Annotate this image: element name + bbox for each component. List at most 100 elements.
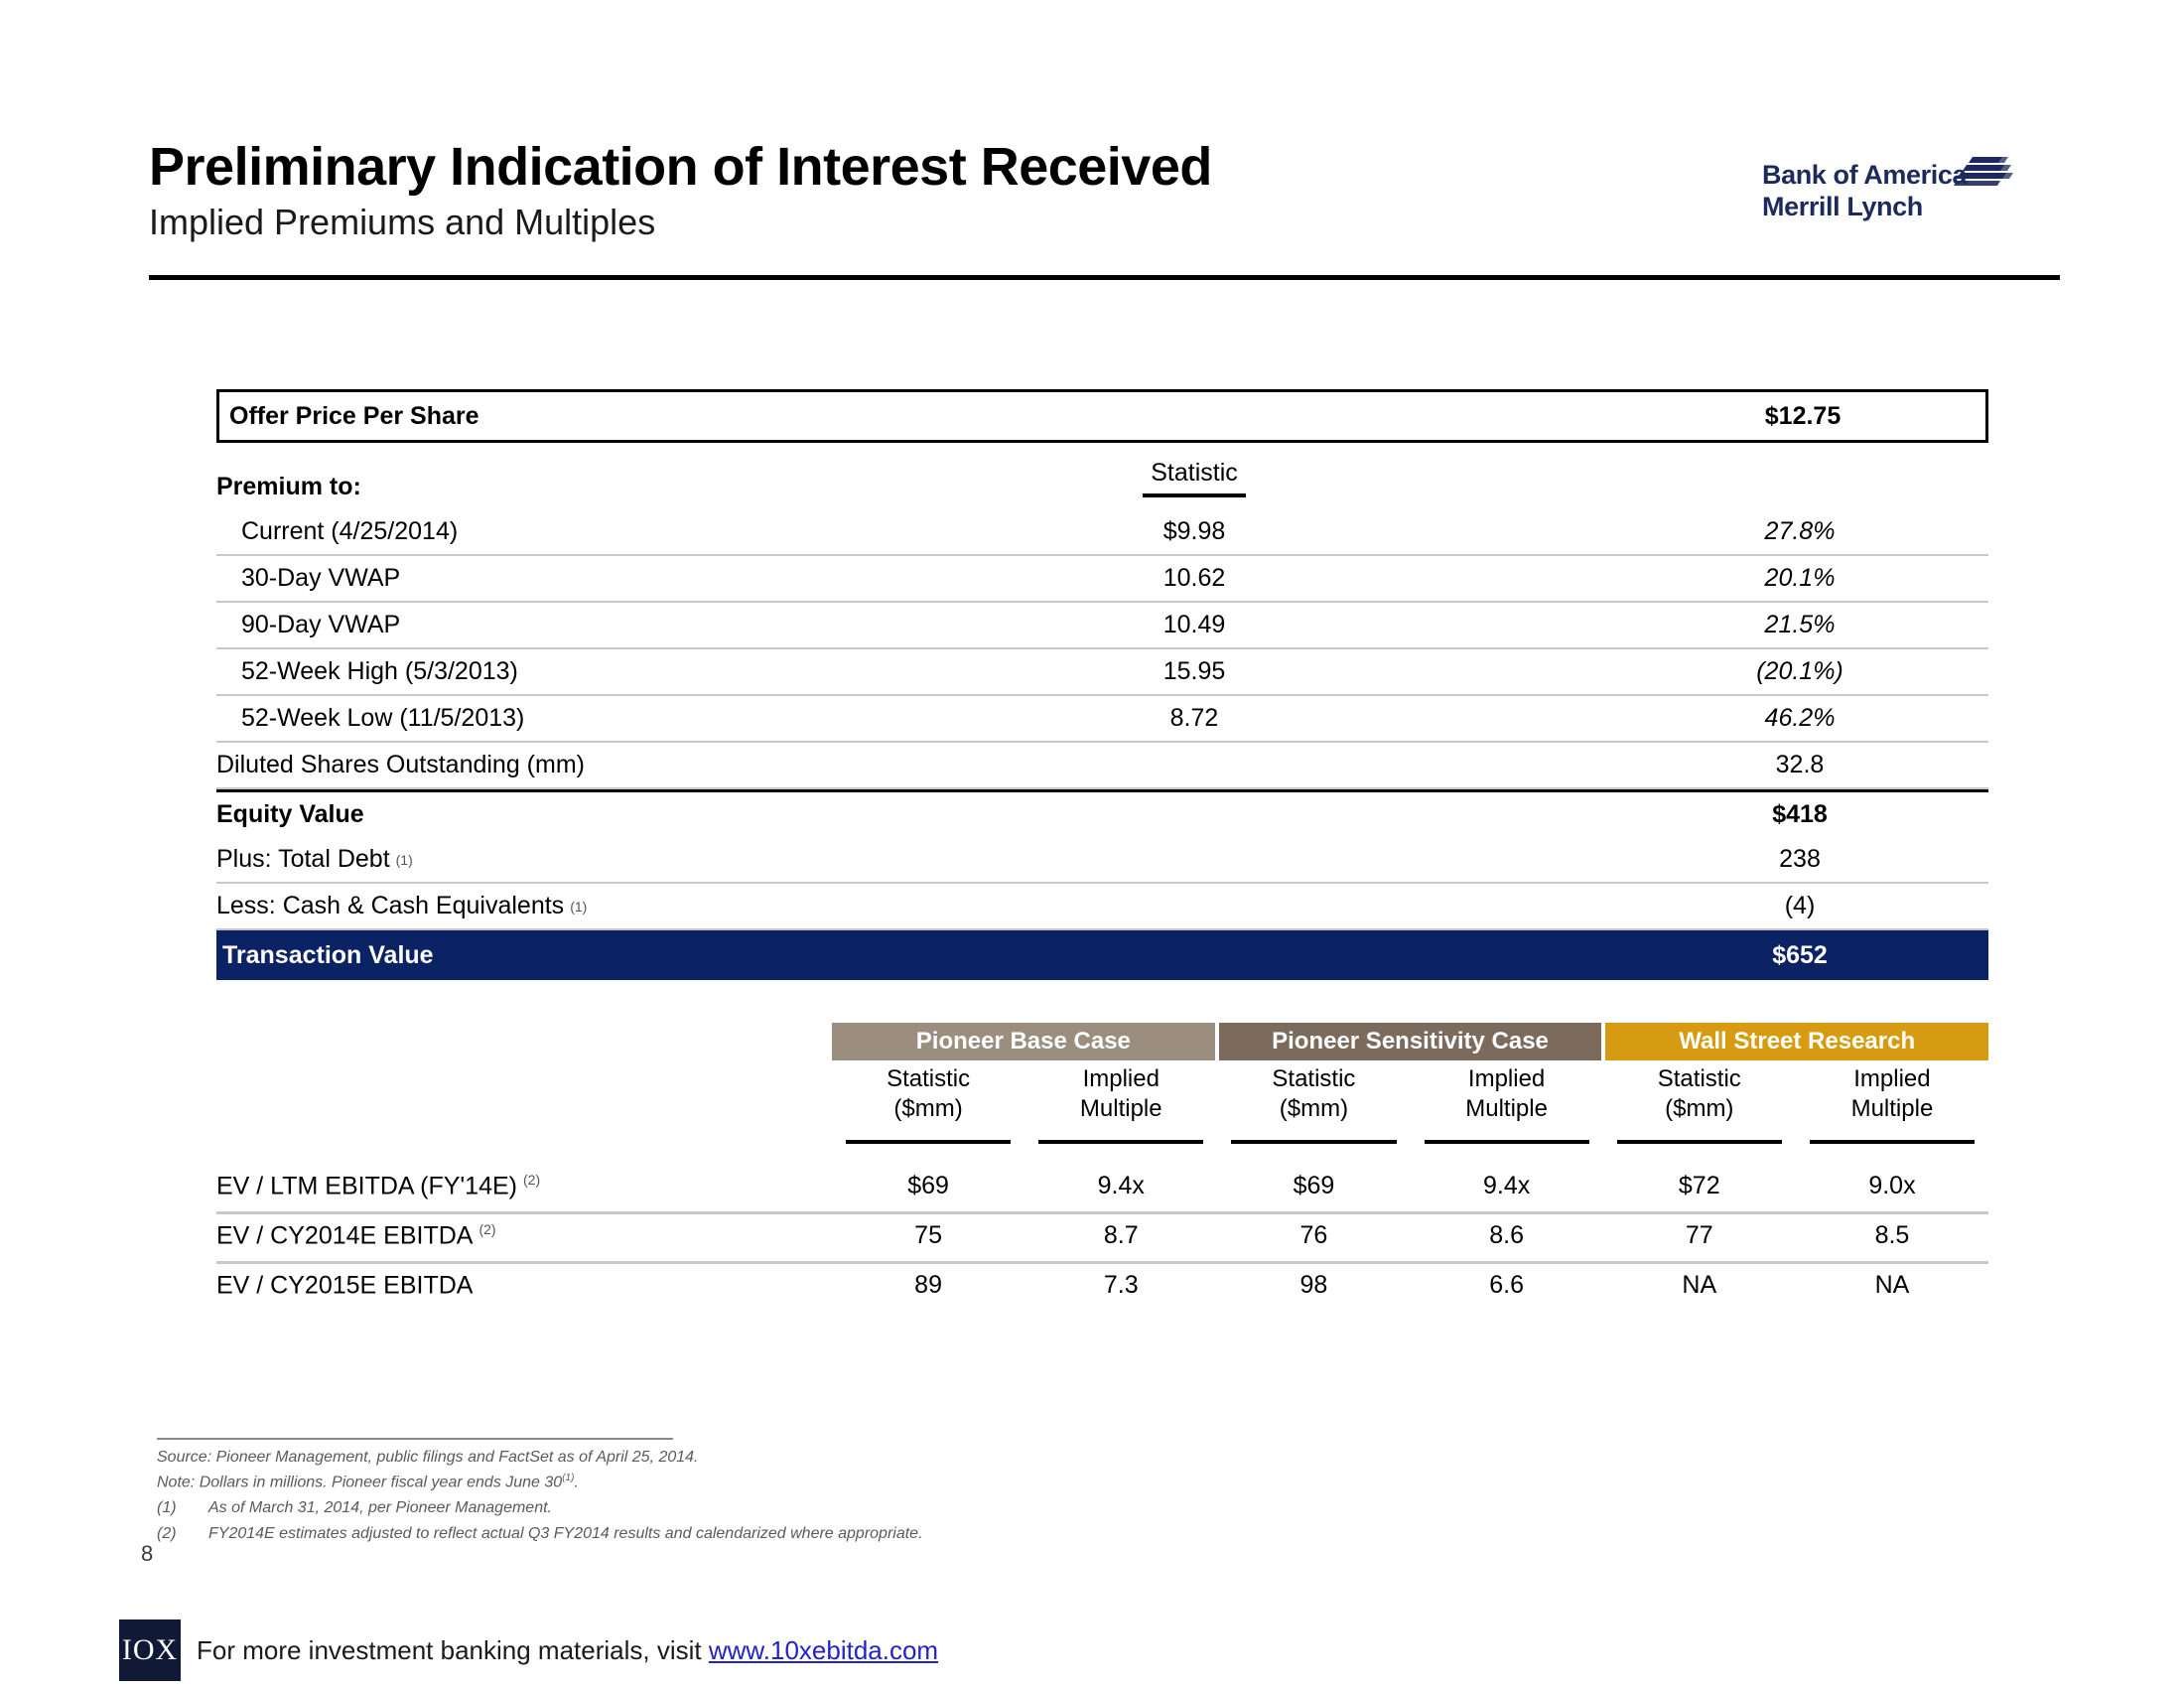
row-premium: 21.5% [1764, 611, 1836, 638]
diluted-shares-value: 32.8 [1775, 751, 1825, 778]
row-premium: 46.2% [1764, 704, 1836, 732]
total-debt-row: Plus: Total Debt (1) 238 [216, 837, 1988, 884]
footnote-item: (1) As of March 31, 2014, per Pioneer Ma… [157, 1495, 1447, 1521]
brand-website-link[interactable]: www.10xebitda.com [709, 1635, 938, 1665]
row-value: 6.6 [1489, 1271, 1524, 1299]
row-label-wrap: EV / CY2015E EBITDA [216, 1271, 478, 1300]
footnotes-block: Source: Pioneer Management, public filin… [157, 1438, 1447, 1546]
row-value: $72 [1678, 1172, 1720, 1199]
table-row: EV / CY2015E EBITDA 89 7.3 98 6.6 NA NA [216, 1261, 1988, 1311]
row-value: 89 [914, 1271, 942, 1299]
brand-footer-text: For more investment banking materials, v… [197, 1635, 938, 1666]
table-row: 52-Week High (5/3/2013) 15.95 (20.1%) [216, 649, 1988, 696]
equity-value-amount: $418 [1772, 800, 1828, 828]
footnote-item: (2) FY2014E estimates adjusted to reflec… [157, 1521, 1447, 1547]
row-label: EV / CY2015E EBITDA [216, 1271, 474, 1300]
footnote-note-superscript: (1) [562, 1472, 575, 1483]
column-header-rule [1616, 1140, 1782, 1144]
row-values: 75 8.7 76 8.6 77 8.5 [832, 1221, 1988, 1250]
footnote-source: Source: Pioneer Management, public filin… [157, 1449, 699, 1466]
column-header-line2: Multiple [1465, 1095, 1548, 1122]
column-header-line1: Statistic [887, 1065, 971, 1092]
row-value: 9.0x [1868, 1172, 1916, 1199]
transaction-value-amount: $652 [1772, 940, 1828, 969]
row-label: 52-Week High (5/3/2013) [241, 657, 518, 685]
footnote-number: (1) [157, 1498, 177, 1516]
cash-equivalents-value: (4) [1784, 892, 1816, 919]
brand-footer-bar: IOX For more investment banking material… [119, 1618, 938, 1682]
row-value: $69 [1293, 1172, 1335, 1199]
total-debt-value: 238 [1779, 845, 1821, 873]
row-statistic: 8.72 [1169, 704, 1219, 732]
footnote-note-text: Note: Dollars in millions. Pioneer fisca… [157, 1474, 563, 1491]
slide-header: Preliminary Indication of Interest Recei… [149, 137, 2060, 280]
footnote-text: As of March 31, 2014, per Pioneer Manage… [208, 1498, 552, 1516]
row-premium: (20.1%) [1756, 657, 1843, 685]
row-value: 8.6 [1489, 1221, 1524, 1249]
footnote-text: FY2014E estimates adjusted to reflect ac… [208, 1524, 923, 1542]
row-value: 98 [1299, 1271, 1328, 1299]
table-row: 30-Day VWAP 10.62 20.1% [216, 556, 1988, 603]
cash-equivalents-label: Less: Cash & Cash Equivalents [216, 892, 565, 919]
row-statistic: 10.49 [1162, 611, 1226, 638]
statistic-header-cell: Statistic [1050, 459, 1338, 497]
column-header-line2: ($mm) [1665, 1095, 1734, 1122]
row-label: 90-Day VWAP [241, 611, 401, 638]
case-header-bars: Pioneer Base Case Pioneer Sensitivity Ca… [832, 1023, 1989, 1060]
column-header-line1: Statistic [1272, 1065, 1356, 1092]
case-header-wall-street-research: Wall Street Research [1605, 1023, 1989, 1060]
row-statistic: 10.62 [1162, 564, 1226, 592]
offer-price-row: Offer Price Per Share $12.75 [216, 389, 1988, 443]
offer-price-value: $12.75 [1764, 401, 1842, 430]
row-premium: 20.1% [1764, 564, 1836, 592]
row-label: EV / CY2014E EBITDA [216, 1221, 474, 1250]
row-value: 9.4x [1482, 1172, 1531, 1199]
transaction-value-row: Transaction Value $652 [216, 930, 1988, 980]
row-values: $69 9.4x $69 9.4x $72 9.0x [832, 1172, 1988, 1200]
cash-equivalents-row: Less: Cash & Cash Equivalents (1) (4) [216, 884, 1988, 930]
diluted-shares-row: Diluted Shares Outstanding (mm) 32.8 [216, 743, 1988, 789]
row-label: 52-Week Low (11/5/2013) [241, 704, 525, 732]
column-header-line2: Multiple [1850, 1095, 1934, 1122]
row-footnote-marker: (2) [478, 1221, 496, 1237]
row-value: 9.4x [1097, 1172, 1145, 1199]
column-header-rule [846, 1140, 1012, 1144]
column-header-rule [1038, 1140, 1204, 1144]
premium-to-label: Premium to: [216, 473, 361, 500]
row-statistic: $9.98 [1162, 517, 1226, 545]
page-subtitle: Implied Premiums and Multiples [149, 201, 656, 242]
premium-to-header-row: Premium to: Statistic [216, 459, 1988, 509]
footnote-note-suffix: . [574, 1474, 579, 1491]
cash-footnote-marker: (1) [570, 898, 588, 914]
case-header-pioneer-base-case: Pioneer Base Case [832, 1023, 1215, 1060]
column-header-line2: ($mm) [1279, 1095, 1349, 1122]
column-header-line2: Multiple [1079, 1095, 1162, 1122]
row-value: 75 [914, 1221, 942, 1249]
header-divider [149, 275, 2060, 280]
bank-of-america-merrill-lynch-logo: Bank of America Merrill Lynch [1762, 157, 2013, 238]
column-header: Implied Multiple [1411, 1064, 1603, 1144]
column-header-line1: Implied [1082, 1065, 1160, 1092]
row-label: EV / LTM EBITDA (FY'14E) [216, 1172, 517, 1200]
column-header: Statistic ($mm) [1217, 1064, 1410, 1144]
table-row: EV / CY2014E EBITDA (2) 75 8.7 76 8.6 77 … [216, 1211, 1988, 1264]
row-value: 77 [1685, 1221, 1713, 1249]
brand-text-prefix: For more investment banking materials, v… [197, 1634, 709, 1665]
row-label: Current (4/25/2014) [241, 517, 459, 545]
column-header-rule [1809, 1140, 1976, 1144]
footnote-number: (2) [157, 1524, 177, 1542]
column-header-line2: ($mm) [893, 1095, 963, 1122]
column-header-line1: Implied [1853, 1065, 1931, 1092]
footnote-note: Note: Dollars in millions. Pioneer fisca… [157, 1471, 1447, 1495]
equity-value-label: Equity Value [216, 800, 364, 828]
row-values: 89 7.3 98 6.6 NA NA [832, 1271, 1988, 1300]
column-header: Implied Multiple [1024, 1064, 1217, 1144]
row-premium: 27.8% [1764, 517, 1836, 545]
row-value: 8.5 [1874, 1221, 1910, 1249]
equity-value-row: Equity Value $418 [216, 789, 1988, 837]
page-title: Preliminary Indication of Interest Recei… [149, 137, 1212, 197]
premium-summary-table: Offer Price Per Share $12.75 Premium to:… [216, 389, 1988, 980]
column-header-line1: Statistic [1657, 1065, 1741, 1092]
statistic-header-label: Statistic [1143, 459, 1246, 497]
bofa-flag-icon [1954, 157, 2013, 186]
